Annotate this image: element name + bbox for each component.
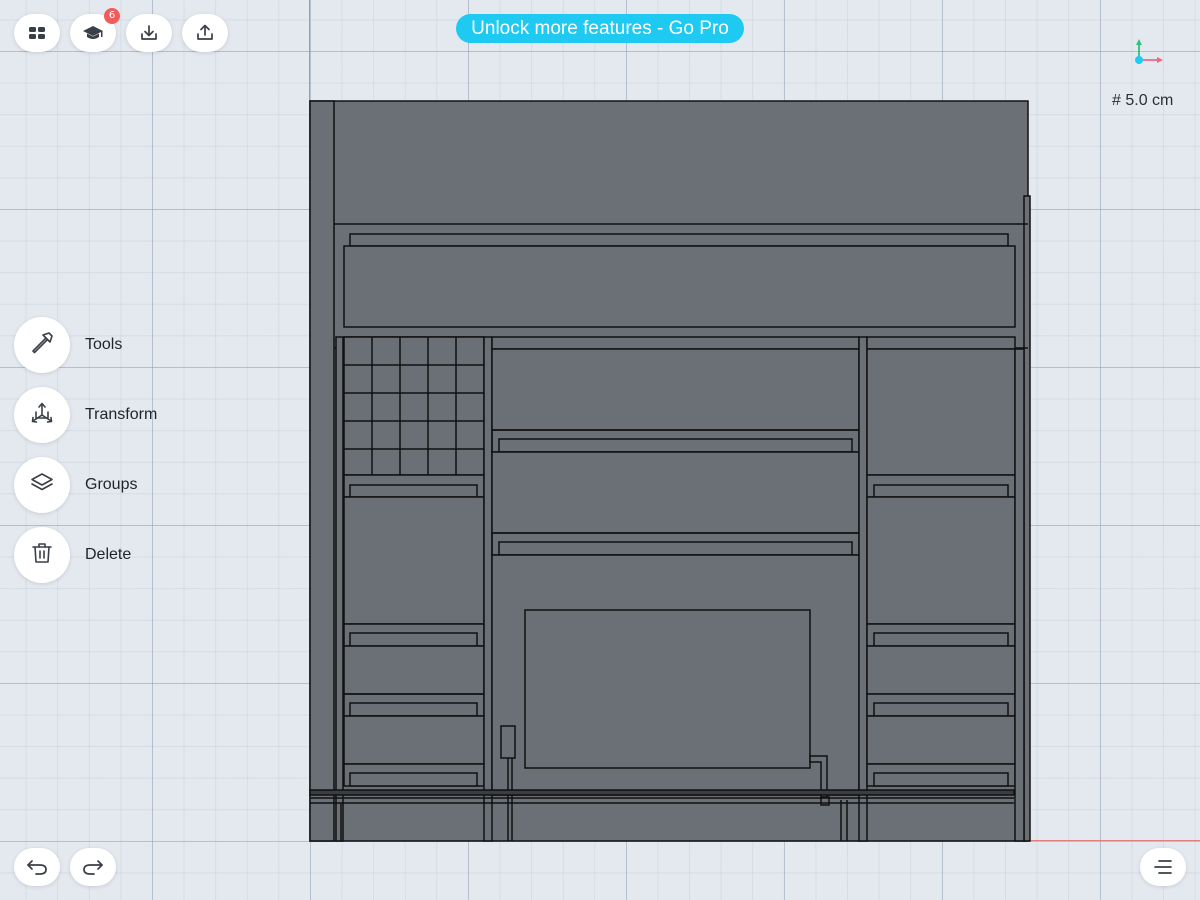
undo-button[interactable] <box>14 848 60 886</box>
notification-badge: 6 <box>104 8 120 24</box>
upper-drawer <box>343 245 1016 328</box>
trash-icon <box>29 540 55 570</box>
learn-button[interactable]: 6 <box>70 8 120 52</box>
redo-button[interactable] <box>70 848 116 886</box>
grid-size-label: # 5.0 cm <box>1112 92 1174 109</box>
side-item-transform[interactable]: Transform <box>14 387 157 443</box>
side-item-label: Groups <box>85 476 138 493</box>
side-item-groups[interactable]: Groups <box>14 457 137 513</box>
axis-gizmo-icon <box>1128 38 1164 68</box>
left-post <box>309 100 335 842</box>
side-item-label: Tools <box>85 336 123 353</box>
side-item-groups-circle[interactable] <box>14 457 70 513</box>
transform-icon <box>29 400 55 430</box>
options-menu-icon <box>1153 859 1173 875</box>
menu-button[interactable] <box>14 14 60 52</box>
import-icon <box>139 23 159 43</box>
options-button[interactable] <box>1140 848 1186 886</box>
small-device <box>500 725 516 759</box>
left-inner-post <box>335 336 344 842</box>
side-item-label: Delete <box>85 546 132 563</box>
3d-viewport[interactable]: # 5.0 cm <box>0 0 1200 900</box>
x-axis-line <box>1029 840 1200 841</box>
side-item-delete-circle[interactable] <box>14 527 70 583</box>
layers-icon <box>29 470 55 500</box>
export-button[interactable] <box>182 14 228 52</box>
share-export-icon <box>195 23 215 43</box>
undo-icon <box>26 858 48 876</box>
side-item-tools-circle[interactable] <box>14 317 70 373</box>
right-side-strip <box>1023 195 1031 842</box>
upper-rail <box>349 233 1009 247</box>
go-pro-banner[interactable]: Unlock more features - Go Pro <box>456 14 744 43</box>
hammer-icon <box>29 330 55 360</box>
side-item-delete[interactable]: Delete <box>14 527 131 583</box>
side-item-transform-circle[interactable] <box>14 387 70 443</box>
side-item-tools[interactable]: Tools <box>14 317 122 373</box>
import-button[interactable] <box>126 14 172 52</box>
grid-menu-icon <box>28 24 46 42</box>
side-item-label: Transform <box>85 406 158 423</box>
cabinet-model[interactable] <box>309 100 1031 842</box>
cubby-grid <box>343 336 485 476</box>
tv-panel <box>524 609 811 769</box>
y-axis-line <box>309 0 310 101</box>
graduation-cap-icon <box>82 24 104 42</box>
redo-icon <box>82 858 104 876</box>
